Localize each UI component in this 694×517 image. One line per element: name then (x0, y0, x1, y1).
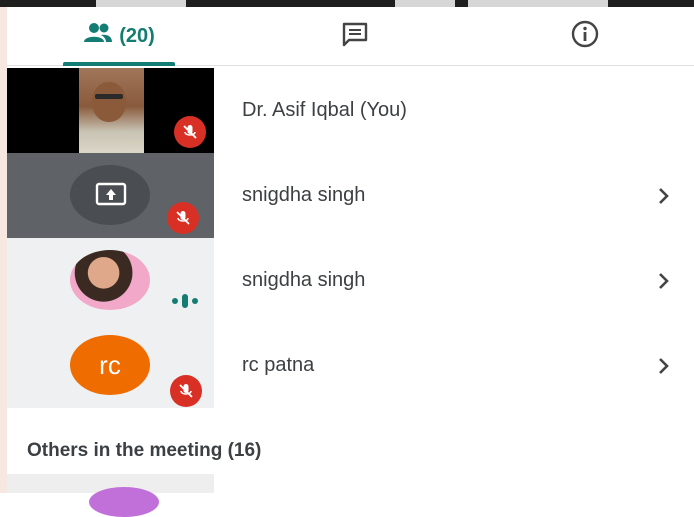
participant-video-tile (7, 68, 214, 153)
present-screen-icon (95, 182, 127, 213)
tab-people[interactable]: (20) (63, 7, 175, 66)
participant-name: snigdha singh (242, 184, 366, 206)
participant-row[interactable]: snigdha singh (7, 238, 694, 323)
mic-off-icon (170, 375, 202, 407)
active-tab-indicator (63, 62, 175, 66)
panel-tabs: (20) (7, 7, 694, 66)
participant-photo-tile (7, 238, 214, 323)
participant-name: rc patna (242, 354, 315, 376)
info-icon (570, 19, 600, 54)
chevron-right-icon[interactable] (658, 238, 670, 323)
browser-top-strip (0, 0, 694, 7)
mic-off-icon (174, 116, 206, 148)
chevron-right-icon[interactable] (658, 323, 670, 408)
participant-row[interactable]: snigdha singh (7, 153, 694, 238)
window-edge (0, 0, 7, 493)
avatar: rc (70, 335, 150, 395)
self-video-feed (79, 68, 144, 153)
people-count: (20) (119, 24, 155, 47)
people-icon (83, 22, 113, 50)
participant-name: Dr. Asif Iqbal (You) (242, 99, 407, 121)
participant-presentation-tile (7, 153, 214, 238)
participant-row[interactable]: Dr. Asif Iqbal (You) (7, 68, 694, 153)
chat-icon (340, 21, 370, 52)
speaking-indicator-icon (170, 292, 204, 315)
avatar-initials: rc (99, 349, 121, 380)
avatar (89, 487, 159, 517)
tab-info[interactable] (555, 7, 615, 65)
participant-name: snigdha singh (242, 269, 366, 291)
participant-tile-partial (7, 474, 214, 517)
participant-initials-tile: rc (7, 323, 214, 408)
avatar (70, 250, 150, 310)
mic-off-icon (167, 202, 199, 234)
others-section-heading: Others in the meeting (16) (27, 440, 262, 461)
participant-row[interactable]: rc rc patna (7, 323, 694, 408)
chevron-right-icon[interactable] (658, 153, 670, 238)
tab-chat[interactable] (325, 7, 385, 65)
